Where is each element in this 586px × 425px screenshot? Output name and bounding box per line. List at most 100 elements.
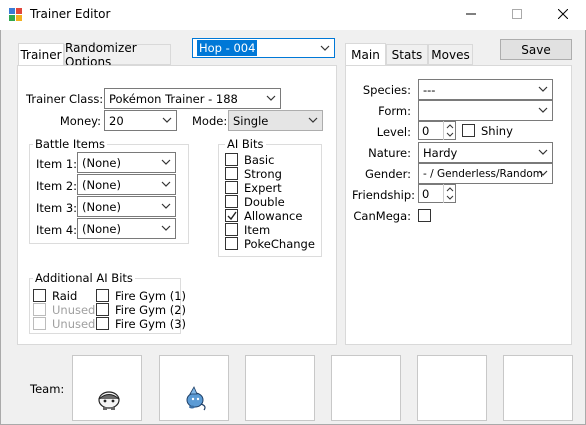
close-button[interactable] [540,0,586,30]
unused-1-label: Unused [52,303,96,317]
chevron-down-icon [160,156,172,168]
battle-items-title: Battle Items [33,137,108,151]
nature-value: Hardy [423,145,458,160]
shiny-label: Shiny [481,124,513,138]
money-label: Money: [59,114,101,128]
trainer-class-select[interactable]: Pokémon Trainer - 188 [104,88,281,109]
spin-arrows-icon[interactable] [443,121,455,140]
trainer-class-value: Pokémon Trainer - 188 [109,91,238,106]
tab-main[interactable]: Main [345,43,386,66]
maximize-button[interactable] [494,0,540,30]
item-3-select[interactable]: (None) [77,196,176,217]
item-3-label: Item 3: [36,201,78,215]
tab-moves-label: Moves [431,47,470,62]
fire-gym-2-label: Fire Gym (2) [115,303,187,317]
tab-trainer[interactable]: Trainer [18,43,64,66]
chevron-down-icon [537,167,549,179]
nature-label: Nature: [368,146,411,160]
ai-pokechange-checkbox[interactable] [225,237,238,250]
tab-stats[interactable]: Stats [386,44,428,65]
mode-select[interactable]: Single [228,110,323,131]
item-1-label: Item 1: [36,157,78,171]
ai-basic-checkbox[interactable] [225,153,238,166]
window-title: Trainer Editor [30,7,111,21]
trainer-select[interactable]: Hop - 004 [192,38,335,58]
minimize-button[interactable] [448,0,494,30]
item-4-select[interactable]: (None) [77,218,176,239]
level-label: Level: [376,125,411,139]
raid-label: Raid [52,289,78,303]
chevron-down-icon [265,92,277,104]
ai-double-label: Double [244,195,285,209]
item-1-value: (None) [82,155,121,170]
team-slot-1[interactable] [72,355,142,421]
ai-expert-label: Expert [244,181,282,195]
tab-main-label: Main [351,47,380,62]
gender-label: Gender: [364,167,411,181]
chevron-down-icon [160,200,172,212]
pokemon-sprite-icon [95,386,123,415]
friendship-stepper[interactable]: 0 [418,184,456,203]
money-select[interactable]: 20 [104,110,177,131]
pokemon-sprite-icon [182,384,210,415]
ai-item-checkbox[interactable] [225,223,238,236]
friendship-label: Friendship: [352,188,416,202]
team-slot-6[interactable] [503,355,573,421]
spin-arrows-icon[interactable] [443,184,455,203]
tab-stats-label: Stats [391,47,423,62]
trainer-class-label: Trainer Class: [26,92,104,106]
tab-moves[interactable]: Moves [428,44,473,65]
nature-select[interactable]: Hardy [418,142,553,163]
save-button-label: Save [521,42,551,57]
ai-expert-checkbox[interactable] [225,181,238,194]
fire-gym-3-checkbox[interactable] [96,317,109,330]
item-2-select[interactable]: (None) [77,174,176,195]
fire-gym-3-label: Fire Gym (3) [115,317,187,331]
team-slot-3[interactable] [245,355,315,421]
unused-1-checkbox [33,303,46,316]
item-3-value: (None) [82,199,121,214]
fire-gym-2-checkbox[interactable] [96,303,109,316]
ai-strong-checkbox[interactable] [225,167,238,180]
item-4-label: Item 4: [36,223,78,237]
tab-trainer-label: Trainer [20,47,62,62]
item-2-value: (None) [82,177,121,192]
species-label: Species: [362,83,411,97]
money-value: 20 [109,113,124,128]
minimize-icon [466,8,476,22]
mode-label: Mode: [192,114,228,128]
team-label: Team: [30,382,65,396]
ai-double-checkbox[interactable] [225,195,238,208]
raid-checkbox[interactable] [33,289,46,302]
maximize-icon [512,8,522,22]
friendship-value: 0 [422,186,430,201]
item-1-select[interactable]: (None) [77,152,176,173]
fire-gym-1-checkbox[interactable] [96,289,109,302]
team-slot-5[interactable] [417,355,487,421]
chevron-down-icon [319,42,331,54]
mode-value: Single [233,113,269,128]
chevron-down-icon [307,114,319,126]
form-select[interactable] [418,100,553,121]
species-select[interactable]: --- [418,79,553,100]
item-4-value: (None) [82,221,121,236]
level-stepper[interactable]: 0 [418,121,456,140]
trainer-select-value: Hop - 004 [197,40,258,56]
ai-strong-label: Strong [244,167,282,181]
team-slot-4[interactable] [331,355,401,421]
ai-allowance-checkbox[interactable] [225,209,238,222]
gender-select[interactable]: - / Genderless/Random [418,163,553,184]
save-button[interactable]: Save [500,39,572,60]
chevron-down-icon [160,222,172,234]
item-2-label: Item 2: [36,179,78,193]
shiny-checkbox[interactable] [462,124,475,137]
team-slot-2[interactable] [159,355,229,421]
canmega-checkbox[interactable] [418,209,431,222]
unused-2-label: Unused [52,317,96,331]
chevron-down-icon [537,146,549,158]
ai-pokechange-label: PokeChange [244,237,315,251]
additional-ai-bits-title: Additional AI Bits [33,271,135,285]
chevron-down-icon [161,114,173,126]
chevron-down-icon [537,104,549,116]
tab-randomizer-options[interactable]: Randomizer Options [64,41,171,69]
